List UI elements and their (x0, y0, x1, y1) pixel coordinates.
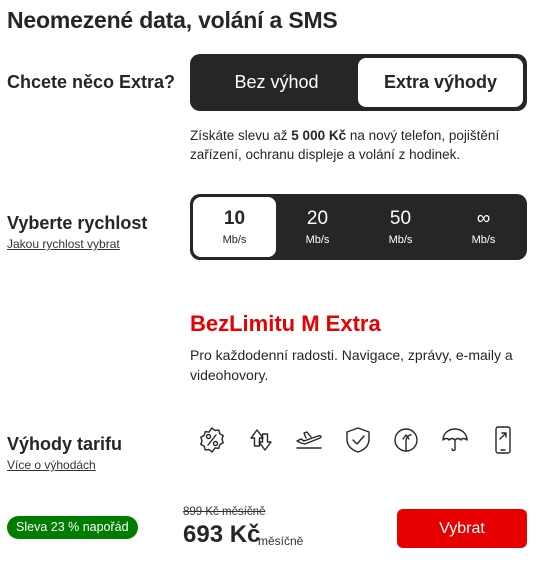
discount-badge-icon[interactable] (196, 424, 245, 456)
speed-help-link[interactable]: Jakou rychlost vybrat (7, 237, 120, 251)
speed-selector: 10 Mb/s 20 Mb/s 50 Mb/s ∞ Mb/s (190, 194, 527, 260)
speed-option-20[interactable]: 20 Mb/s (276, 197, 359, 257)
option-extra-benefits[interactable]: Extra výhody (358, 58, 523, 107)
sim-card-icon[interactable] (390, 424, 439, 456)
extra-description: Získáte slevu až 5 000 Kč na nový telefo… (190, 128, 500, 162)
speed-label: Vyberte rychlost (7, 213, 148, 233)
extra-toggle: Bez výhod Extra výhody (190, 54, 527, 111)
airplane-icon[interactable] (293, 424, 342, 456)
page-title: Neomezené data, volání a SMS (7, 7, 338, 33)
benefits-label: Výhody tarifu (7, 434, 123, 454)
plan-description: Pro každodenní radosti. Navigace, zprávy… (190, 347, 513, 383)
extra-label: Chcete něco Extra? (7, 72, 176, 92)
speed-option-50[interactable]: 50 Mb/s (359, 197, 442, 257)
speed-value: 50 (389, 208, 412, 229)
benefits-more-link[interactable]: Více o výhodách (7, 458, 96, 472)
discount-badge: Sleva 23 % napořád (7, 516, 138, 539)
shield-check-icon[interactable] (342, 424, 391, 456)
select-button[interactable]: Vybrat (397, 509, 527, 548)
speed-value: 10 (223, 208, 246, 229)
speed-unit: Mb/s (388, 234, 413, 246)
old-price: 899 Kč měsíčně (183, 506, 266, 518)
option-without-benefits[interactable]: Bez výhod (194, 58, 359, 107)
speed-unit: Mb/s (305, 234, 330, 246)
speed-unit: Mb/s (222, 234, 247, 246)
data-transfer-icon[interactable] (245, 424, 294, 456)
speed-value: 20 (306, 208, 329, 229)
plan-name: BezLimitu M Extra (190, 311, 381, 336)
speed-unit: Mb/s (471, 234, 496, 246)
price: 693 Kč (183, 521, 261, 548)
speed-option-10[interactable]: 10 Mb/s (193, 197, 276, 257)
phone-screen-icon[interactable] (487, 424, 536, 456)
speed-option-unlimited[interactable]: ∞ Mb/s (442, 197, 525, 257)
speed-value: ∞ (476, 208, 491, 229)
benefit-icons (196, 424, 536, 456)
price-unit: měsíčně (258, 534, 304, 548)
umbrella-icon[interactable] (439, 424, 488, 456)
